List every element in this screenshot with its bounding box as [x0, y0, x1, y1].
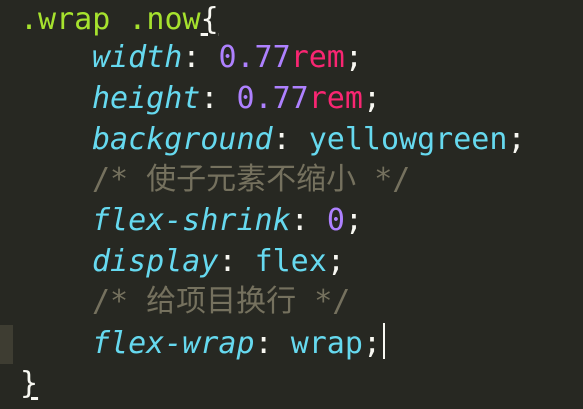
colon: :: [200, 81, 237, 116]
css-number: 0.77: [218, 40, 291, 75]
css-property: background: [92, 122, 273, 157]
open-brace: {: [200, 2, 219, 37]
css-property: display: [92, 244, 219, 279]
css-comment: /* 使子元素不缩小 */: [92, 162, 411, 197]
close-brace: }: [20, 366, 39, 401]
code-editor[interactable]: .wrap .now{ width: 0.77rem; height: 0.77…: [0, 0, 583, 409]
semicolon: ;: [362, 81, 381, 116]
css-property: flex-shrink: [92, 203, 291, 238]
semicolon: ;: [326, 244, 345, 279]
css-selector: .wrap .now: [20, 2, 201, 37]
code-line-comment: /* 给项目换行 */: [20, 282, 350, 322]
css-value: wrap: [290, 326, 363, 361]
code-line: background: yellowgreen;: [20, 120, 526, 160]
code-line-comment: /* 使子元素不缩小 */: [20, 160, 410, 200]
css-number: 0.77: [236, 81, 309, 116]
semicolon: ;: [344, 203, 363, 238]
code-line-close: }: [20, 364, 38, 404]
colon: :: [290, 203, 327, 238]
text-cursor: [383, 323, 385, 359]
css-number: 0: [326, 203, 345, 238]
code-line: height: 0.77rem;: [20, 79, 381, 119]
css-unit: rem: [290, 40, 345, 75]
semicolon: ;: [362, 326, 381, 361]
css-property: flex-wrap: [92, 326, 255, 361]
css-value: flex: [254, 244, 327, 279]
css-property: width: [92, 40, 183, 75]
current-line-gutter-marker: [0, 325, 13, 364]
css-comment: /* 给项目换行 */: [92, 284, 351, 319]
css-unit: rem: [308, 81, 363, 116]
code-line: flex-shrink: 0;: [20, 201, 363, 241]
code-line: width: 0.77rem;: [20, 38, 363, 78]
css-value: yellowgreen: [308, 122, 508, 157]
css-property: height: [92, 81, 201, 116]
code-line: display: flex;: [20, 242, 345, 282]
code-line-current: flex-wrap: wrap;: [20, 323, 385, 363]
colon: :: [182, 40, 219, 75]
semicolon: ;: [507, 122, 526, 157]
colon: :: [218, 244, 255, 279]
colon: :: [254, 326, 291, 361]
colon: :: [272, 122, 309, 157]
semicolon: ;: [344, 40, 363, 75]
code-line-selector: .wrap .now{: [20, 0, 219, 40]
